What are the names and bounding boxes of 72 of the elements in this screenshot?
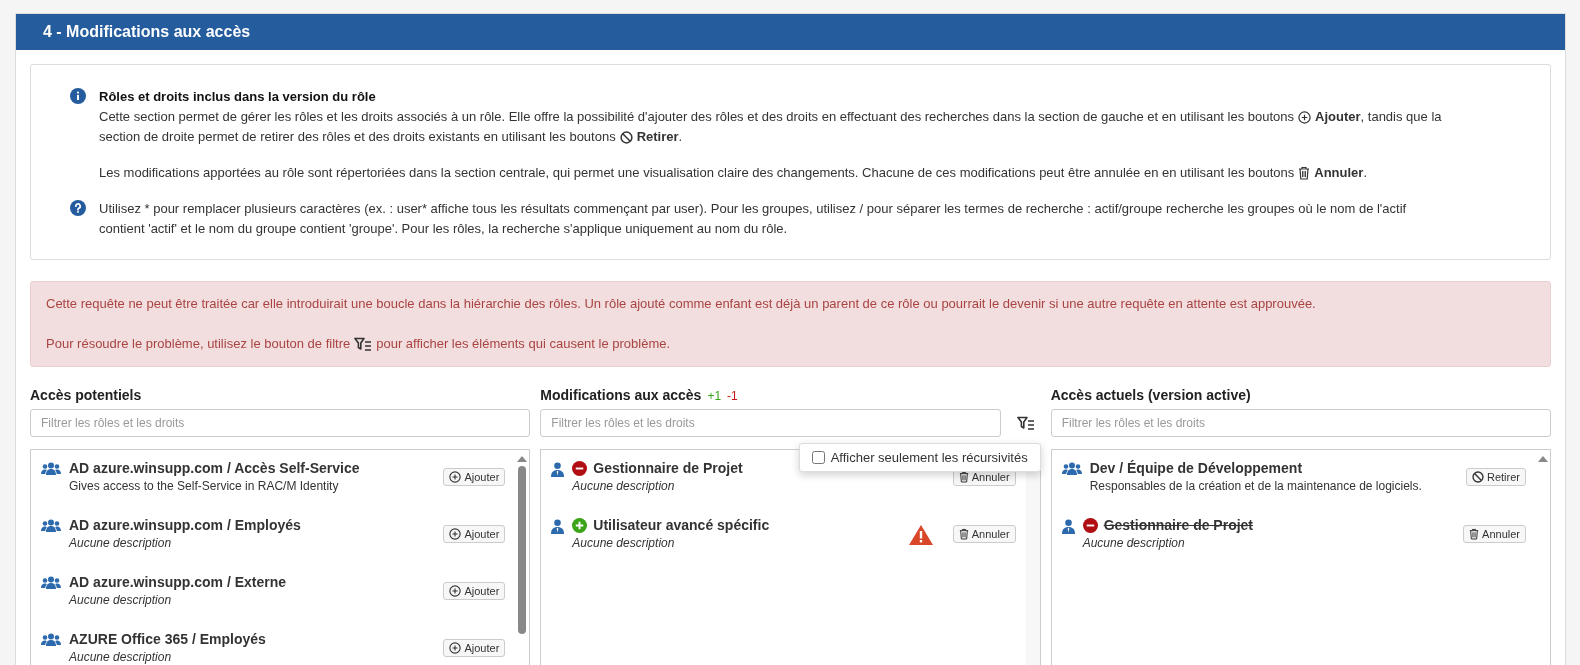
info-text: section de droite permet de retirer des rôles et des droits existants en utilisant les boutons [99, 128, 616, 146]
item-description: Aucune description [69, 593, 173, 607]
info-text: Cette section permet de gérer les rôles et les droits associés à un rôle. Elle offre la possibilité d'ajouter des rôles et des droits en effectuant des recherches dans la section de gauche et en utilisant les boutons [99, 108, 1295, 126]
item-name: Utilisateur avancé spécific [593, 517, 770, 533]
alert-text: pour afficher les éléments qui causent le problème. [376, 335, 671, 353]
filter-icon [1016, 415, 1035, 431]
trash-icon [958, 471, 969, 483]
info-text: Annuler. [1314, 164, 1368, 182]
add-button[interactable]: Ajouter [443, 639, 506, 657]
filter-field[interactable]: Filtrer les rôles et les droits [1050, 409, 1551, 437]
item-description: Aucune description [572, 536, 676, 550]
checkbox-label[interactable]: Afficher seulement les récursivités [830, 450, 1028, 465]
scroll-up-icon[interactable] [517, 456, 528, 462]
info-text: Retirer. [636, 128, 683, 146]
cancel-button[interactable]: Annuler [952, 525, 1016, 543]
item-description: Responsables de la création et de la maintenance de logiciels. [1089, 479, 1423, 493]
info-text: Les modifications apportées au rôle sont répertoriées dans la section centrale, qui permet une visualisation claire des changements. Chacune de ces modifications peut être annulée en en utilisant les boutons [99, 164, 1295, 182]
ban-icon [1471, 471, 1484, 483]
item-description: Aucune description [1082, 536, 1186, 550]
info-text: contient 'actif' et le nom du groupe contient 'groupe'. Pour les rôles, la recherche s'applique uniquement au nom du rôle. [99, 220, 788, 238]
group-icon [41, 462, 61, 476]
alert-text: Cette requête ne peut être traitée car elle introduirait une boucle dans la hiérarchie des rôles. Un rôle ajouté comme enfant est déjà un parent de ce rôle ou pourrait le devenir si une autre requête en attente est approuvée. [46, 295, 1316, 313]
plus-circle-icon [1298, 110, 1312, 124]
column-title: Accès potentiels [30, 387, 142, 403]
plus-circle-icon [449, 528, 462, 540]
group-icon [1061, 462, 1082, 476]
item-name: Dev / Équipe de Développement [1089, 460, 1303, 476]
added-count: +1 [707, 389, 722, 403]
add-button[interactable]: Ajouter [443, 468, 506, 486]
checkbox[interactable] [811, 451, 825, 464]
filter-field[interactable]: Filtrer les rôles et les droits [30, 409, 531, 437]
user-icon [551, 519, 565, 534]
item-name: Gestionnaire de Projet [593, 460, 743, 476]
plus-circle-icon [449, 642, 462, 654]
trash-icon [958, 528, 969, 540]
item-description: Aucune description [572, 479, 676, 493]
item-description: Aucune description [69, 536, 173, 550]
plus-circle-icon [449, 471, 462, 483]
info-heading: Rôles et droits inclus dans la version du rôle [99, 88, 377, 106]
help-icon [70, 200, 86, 216]
scroll-up-icon[interactable] [1538, 456, 1548, 462]
filter-icon [354, 336, 373, 352]
ban-icon [619, 130, 633, 144]
user-icon [1061, 519, 1075, 534]
section-header: 4 - Modifications aux accès [16, 14, 1565, 50]
group-icon [41, 633, 61, 647]
item-name: Gestionnaire de Projet [1103, 517, 1254, 533]
info-icon [70, 88, 86, 104]
remove-button[interactable]: Retirer [1465, 468, 1526, 486]
item-name: AZURE Office 365 / Employés [69, 631, 266, 647]
group-icon [41, 519, 61, 533]
trash-icon [1469, 528, 1480, 540]
cancel-button[interactable]: Annuler [1463, 525, 1526, 543]
add-button[interactable]: Ajouter [443, 525, 506, 543]
filter-field[interactable]: Filtrer les rôles et les droits [540, 409, 1001, 437]
add-button[interactable]: Ajouter [443, 582, 506, 600]
item-name: AD azure.winsupp.com / Externe [69, 574, 287, 590]
item-description: Aucune description [69, 650, 173, 664]
info-text: Utilisez * pour remplacer plusieurs caractères (ex. : user* affiche tous les résultats commençant par user). Pour les groupes, utilisez / pour séparer les termes de recherche : actif/groupe recherche les groupes où le nom de l'actif [99, 200, 1407, 218]
item-description: Gives access to the Self-Service in RAC/M Identity [69, 479, 340, 493]
scrollbar-thumb[interactable] [518, 466, 527, 634]
column-title: Modifications aux accès [540, 387, 702, 403]
plus-circle-icon [449, 585, 462, 597]
info-text: Ajouter, tandis que la [1315, 108, 1442, 126]
item-name: AD azure.winsupp.com / Employés [69, 517, 301, 533]
trash-icon [1298, 166, 1311, 180]
column-title: Accès actuels (version active) [1050, 387, 1251, 403]
item-name: AD azure.winsupp.com / Accès Self-Service [69, 460, 360, 476]
user-icon [551, 462, 565, 477]
group-icon [41, 576, 61, 590]
alert-text: Pour résoudre le problème, utilisez le bouton de filtre [46, 335, 351, 353]
removed-count: -1 [727, 389, 738, 403]
